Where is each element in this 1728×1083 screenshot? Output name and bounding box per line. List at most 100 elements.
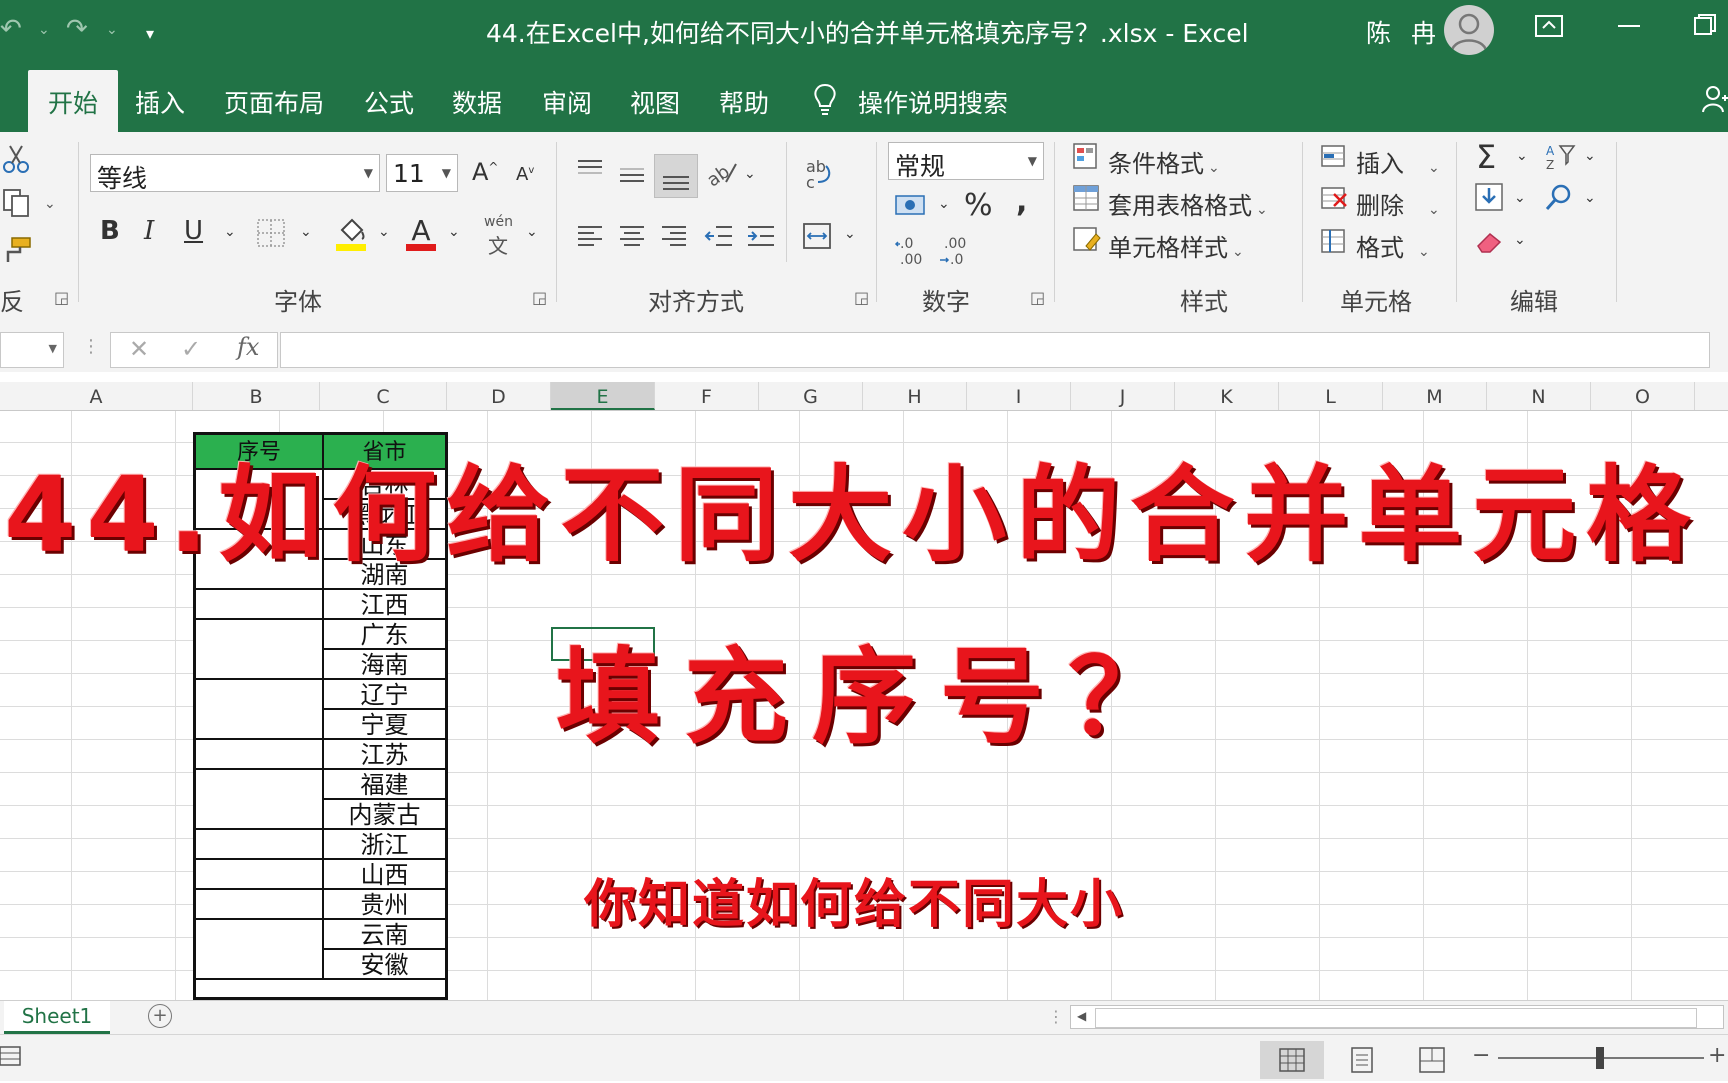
format-as-table-button[interactable]: 套用表格格式 ⌄ xyxy=(1108,186,1268,221)
align-middle-icon[interactable] xyxy=(618,166,646,192)
pinyin-guide-char[interactable]: 文 xyxy=(488,230,508,259)
column-header-g[interactable]: G xyxy=(759,382,863,410)
tab-help[interactable]: 帮助 xyxy=(719,84,769,120)
find-select-dropdown-icon[interactable]: ⌄ xyxy=(1584,190,1596,206)
format-as-table-icon[interactable] xyxy=(1072,184,1102,218)
orientation-icon[interactable]: ab xyxy=(703,158,738,192)
province-cell[interactable]: 辽宁 xyxy=(324,680,445,710)
sheet-tab-sheet1[interactable]: Sheet1 xyxy=(4,1001,110,1034)
autosum-button[interactable]: Σ xyxy=(1476,138,1496,176)
column-header-o[interactable]: O xyxy=(1591,382,1695,410)
restore-icon[interactable] xyxy=(1692,12,1718,44)
column-header-e[interactable]: E xyxy=(551,382,655,410)
align-top-icon[interactable] xyxy=(576,158,604,184)
font-size-combo[interactable]: 11 ▼ xyxy=(386,154,458,192)
font-color-icon[interactable]: A xyxy=(404,214,438,256)
clear-dropdown-icon[interactable]: ⌄ xyxy=(1514,232,1526,248)
insert-cells-button[interactable]: 插入 ⌄ xyxy=(1356,144,1440,179)
chevron-down-icon[interactable]: ▼ xyxy=(1028,154,1037,168)
lightbulb-icon[interactable] xyxy=(810,82,840,120)
user-name[interactable]: 陈 冉 xyxy=(1366,14,1442,50)
province-cell[interactable]: 贵州 xyxy=(324,890,445,920)
zoom-in-icon[interactable]: + xyxy=(1708,1043,1726,1068)
merge-dropdown-icon[interactable]: ⌄ xyxy=(844,226,856,242)
comma-style-button[interactable]: , xyxy=(1016,184,1027,219)
province-cell[interactable]: 宁夏 xyxy=(324,710,445,740)
page-layout-view-button[interactable] xyxy=(1330,1041,1394,1079)
column-header-m[interactable]: M xyxy=(1383,382,1487,410)
tab-data[interactable]: 数据 xyxy=(452,84,502,120)
copy-dropdown-icon[interactable]: ⌄ xyxy=(44,196,56,212)
percent-style-button[interactable]: % xyxy=(964,188,993,223)
merged-seq-cell[interactable] xyxy=(196,590,322,620)
page-break-view-button[interactable] xyxy=(1400,1041,1464,1079)
merged-seq-cell[interactable] xyxy=(196,620,322,680)
province-cell[interactable]: 海南 xyxy=(324,650,445,680)
align-center-icon[interactable] xyxy=(618,224,646,252)
merged-seq-cell[interactable] xyxy=(196,920,322,980)
sort-filter-icon[interactable]: AZ xyxy=(1544,142,1576,176)
province-cell[interactable]: 江苏 xyxy=(324,740,445,770)
chevron-down-icon[interactable]: ▼ xyxy=(49,342,57,355)
zoom-out-icon[interactable]: − xyxy=(1472,1043,1490,1068)
cell-styles-icon[interactable] xyxy=(1072,226,1102,260)
copy-icon[interactable] xyxy=(2,188,32,222)
ribbon-display-options-icon[interactable] xyxy=(1534,12,1564,46)
alignment-launcher-icon[interactable]: ◲ xyxy=(854,288,869,307)
align-bottom-button[interactable] xyxy=(654,154,698,198)
fill-dropdown-icon[interactable]: ⌄ xyxy=(1514,190,1526,206)
delete-cells-button[interactable]: 删除 ⌄ xyxy=(1356,186,1440,221)
accounting-format-icon[interactable] xyxy=(894,190,926,224)
column-header-d[interactable]: D xyxy=(447,382,551,410)
align-left-icon[interactable] xyxy=(576,224,604,252)
insert-function-icon[interactable]: fx xyxy=(237,333,259,361)
orientation-dropdown-icon[interactable]: ⌄ xyxy=(744,166,756,182)
fill-color-dropdown-icon[interactable]: ⌄ xyxy=(378,224,390,240)
delete-cells-icon[interactable] xyxy=(1320,184,1350,218)
borders-icon[interactable] xyxy=(256,218,286,252)
undo-icon[interactable]: ↶ xyxy=(0,14,22,44)
cut-icon[interactable] xyxy=(2,144,30,178)
pinyin-guide-label[interactable]: wén xyxy=(484,214,513,230)
undo-dropdown-icon[interactable]: ⌄ xyxy=(38,22,50,38)
conditional-format-button[interactable]: 条件格式 ⌄ xyxy=(1108,144,1220,179)
font-name-combo[interactable]: 等线 ▼ xyxy=(90,154,380,193)
underline-button[interactable]: U xyxy=(184,216,203,246)
column-header-a[interactable]: A xyxy=(0,382,193,410)
column-header-l[interactable]: L xyxy=(1279,382,1383,410)
add-sheet-button[interactable]: + xyxy=(148,1004,172,1028)
insert-cells-icon[interactable] xyxy=(1320,142,1350,176)
tell-me-search[interactable]: 操作说明搜索 xyxy=(858,84,1008,120)
underline-dropdown-icon[interactable]: ⌄ xyxy=(224,224,236,240)
autosum-dropdown-icon[interactable]: ⌄ xyxy=(1516,148,1528,164)
tab-insert[interactable]: 插入 xyxy=(135,84,185,120)
avatar[interactable] xyxy=(1444,5,1494,55)
merge-center-icon[interactable] xyxy=(802,222,832,254)
horizontal-scrollbar[interactable]: ◀ xyxy=(1070,1005,1724,1029)
increase-indent-icon[interactable] xyxy=(746,224,776,252)
enter-icon[interactable]: ✓ xyxy=(181,335,201,363)
share-icon[interactable] xyxy=(1702,84,1728,118)
customize-quick-access-icon[interactable]: ▾ xyxy=(146,24,154,43)
clear-icon[interactable] xyxy=(1474,226,1504,260)
format-painter-icon[interactable] xyxy=(2,236,32,270)
column-header-j[interactable]: J xyxy=(1071,382,1175,410)
sort-filter-dropdown-icon[interactable]: ⌄ xyxy=(1584,148,1596,164)
conditional-format-icon[interactable] xyxy=(1072,142,1102,176)
decrease-font-size-icon[interactable]: Av xyxy=(516,164,534,185)
province-cell[interactable]: 安徽 xyxy=(324,950,445,980)
align-right-icon[interactable] xyxy=(660,224,688,252)
font-color-dropdown-icon[interactable]: ⌄ xyxy=(448,224,460,240)
tab-review[interactable]: 审阅 xyxy=(542,84,592,120)
increase-font-size-icon[interactable]: A^ xyxy=(472,158,498,186)
borders-dropdown-icon[interactable]: ⌄ xyxy=(300,224,312,240)
redo-dropdown-icon[interactable]: ⌄ xyxy=(106,22,118,38)
province-cell[interactable]: 浙江 xyxy=(324,830,445,860)
pinyin-dropdown-icon[interactable]: ⌄ xyxy=(526,224,538,240)
name-box[interactable]: ▼ xyxy=(0,332,64,368)
column-header-c[interactable]: C xyxy=(320,382,447,410)
column-header-b[interactable]: B xyxy=(193,382,320,410)
column-header-h[interactable]: H xyxy=(863,382,967,410)
accounting-dropdown-icon[interactable]: ⌄ xyxy=(938,196,950,212)
clipboard-launcher-icon[interactable]: ◲ xyxy=(54,288,69,307)
